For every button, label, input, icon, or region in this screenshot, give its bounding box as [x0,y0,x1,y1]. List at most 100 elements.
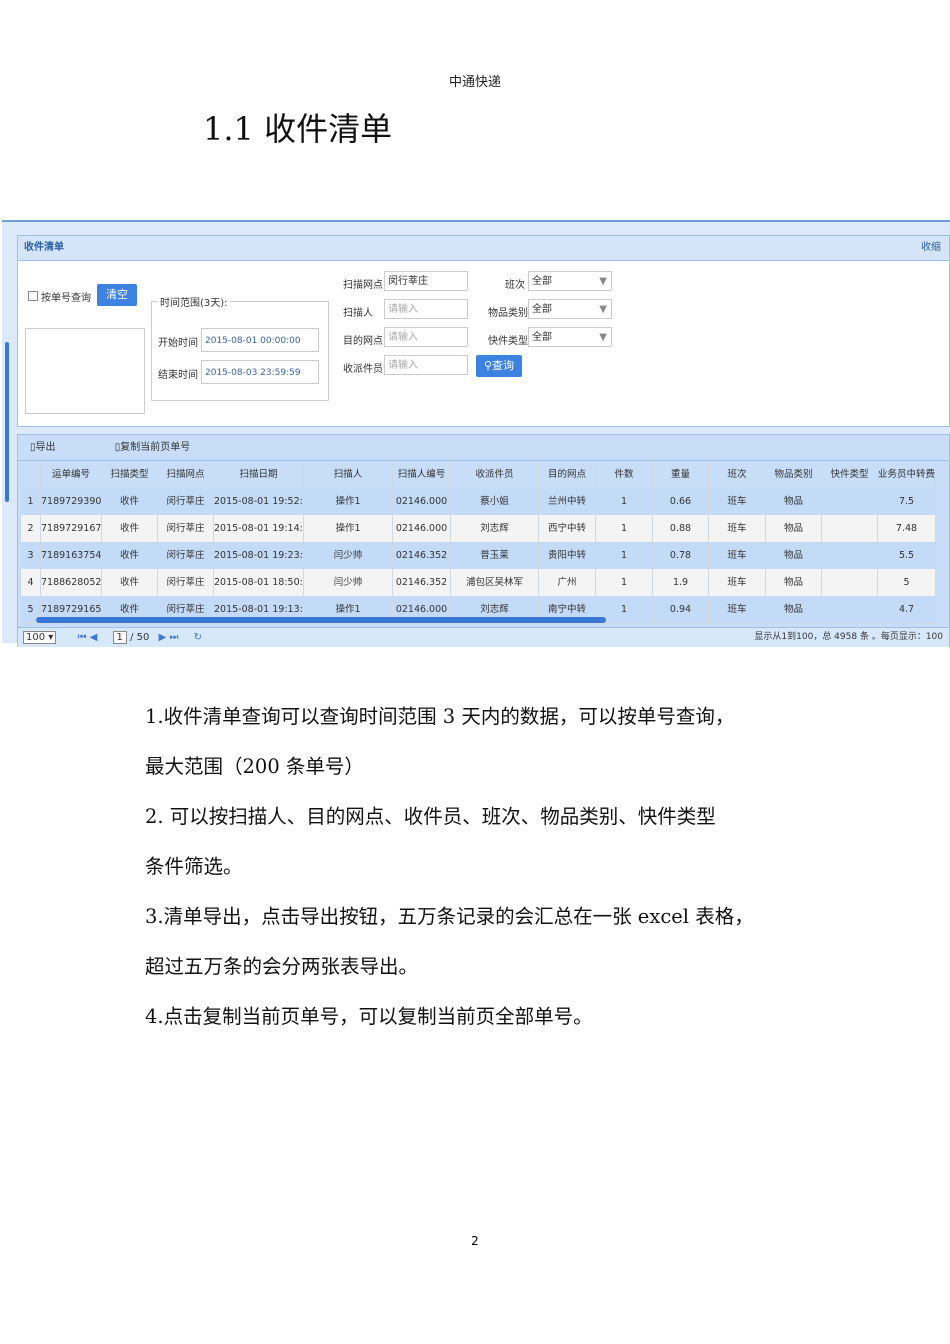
table-row[interactable]: 1718972939060收件闵行莘庄2015-08-01 19:52:02操作… [21,488,936,516]
table-cell: 1 [596,488,653,515]
table-cell: 02146.352 [393,569,451,596]
column-header: 重量 [653,461,709,488]
start-time-input[interactable]: 2015-08-01 00:00:00 [201,328,319,352]
column-header: 业务员中转费 [878,461,936,488]
table-cell: 收件 [102,542,158,569]
column-header: 收派件员 [451,461,539,488]
table-row[interactable]: 3718916375429收件闵行莘庄2015-08-01 19:23:23闫少… [21,542,936,570]
select-label: 班次 [505,280,525,291]
column-header: 扫描网点 [158,461,214,488]
column-header: 扫描日期 [214,461,304,488]
grid-toolbar: ▯导出 ▯复制当前页单号 [18,435,949,461]
table-cell: 718862805272 [41,569,102,596]
header-row[interactable]: 运单编号 扫描类型 扫描网点 扫描日期 扫描人 扫描人编号 收派件员 目的网点 件数 重量 班次 物品… [21,461,936,489]
query-panel: 收件清单 收缩 按单号查询 清空 时间范围(3天): 开始时间 2015-08-0… [17,235,950,427]
table-cell: 贵阳中转 [539,542,596,569]
column-header: 物品类别 [766,461,822,488]
column-header: 扫描人编号 [393,461,451,488]
table-row[interactable]: 2718972916728收件闵行莘庄2015-08-01 19:14:20操作… [21,515,936,543]
table-cell: 02146.000 [393,488,451,515]
next-last-icon[interactable]: ▶ ⏭ [159,632,179,643]
table-cell: 4 [21,569,41,596]
paragraph: 3.清单导出，点击导出按钮，五万条记录的会汇总在一张 excel 表格， [145,905,754,928]
number-textarea[interactable] [25,328,145,414]
table-cell: 班车 [709,569,766,596]
table-cell: 2015-08-01 19:52:02 [214,488,304,515]
table-cell: 物品 [766,515,822,542]
table-cell: 1 [21,488,41,515]
table-cell: 广州 [539,569,596,596]
table-cell: 1 [596,542,653,569]
table-cell: 物品 [766,596,822,623]
table-cell: 4.7 [878,596,936,623]
table-cell: 操作1 [304,488,393,515]
export-button[interactable]: ▯导出 [30,442,84,453]
express-type-select[interactable]: 全部 ▼ [528,327,612,347]
table-cell: 02146.352 [393,542,451,569]
scanner-input[interactable]: 请输入 [384,299,468,319]
table-cell: 0.88 [653,515,709,542]
start-label: 开始时间 [158,338,198,349]
table-cell [822,488,878,515]
table-cell [822,596,878,623]
table-cell: 闵行莘庄 [158,542,214,569]
table-cell [822,542,878,569]
field-label: 收派件员 [343,364,383,375]
table-cell: 浦包区吴林军 [451,569,539,596]
table-cell: 收件 [102,569,158,596]
query-button[interactable]: ⚲查询 [476,355,522,377]
panel-title: 收件清单 [24,242,64,253]
chevron-down-icon: ▼ [599,332,607,343]
table-cell: 刘志辉 [451,515,539,542]
table-cell: 3 [21,542,41,569]
search-icon: ⚲ [483,359,493,372]
table-cell: 1 [596,569,653,596]
end-time-input[interactable]: 2015-08-03 23:59:59 [201,360,319,384]
document-page: 中通快递 1.1 收件清单 收件清单 收缩 按单号查询 清空 时间范围(3天): … [0,0,950,1344]
clear-button[interactable]: 清空 [97,284,137,306]
table-cell: 2015-08-01 19:23:23 [214,542,304,569]
chevron-down-icon: ▼ [599,276,607,287]
table-row[interactable]: 4718862805272收件闵行莘庄2015-08-01 18:50:05闫少… [21,569,936,597]
section-title: 1.1 收件清单 [203,110,393,148]
courier-input[interactable]: 请输入 [384,355,468,375]
table-cell: 班车 [709,488,766,515]
result-grid: ▯导出 ▯复制当前页单号 运单编号 扫描类型 扫描网点 扫描日期 扫描人 扫描人编号 收派件… [17,434,950,647]
horizontal-scrollbar[interactable] [36,617,606,623]
table-cell: 闫少帅 [304,542,393,569]
dest-site-input[interactable]: 请输入 [384,327,468,347]
column-header: 班次 [709,461,766,488]
table-cell: 西宁中转 [539,515,596,542]
table-cell: 718972939060 [41,488,102,515]
category-select[interactable]: 全部 ▼ [528,299,612,319]
page-total: / 50 [130,632,150,643]
column-header: 件数 [596,461,653,488]
first-prev-icon[interactable]: ⏮ ◀ [77,632,97,643]
table-cell: 兰州中转 [539,488,596,515]
table-cell: 0.66 [653,488,709,515]
table-cell: 物品 [766,569,822,596]
table-cell [822,515,878,542]
paragraph: 最大范围（200 条单号） [145,755,364,778]
table-cell: 物品 [766,542,822,569]
scan-site-input[interactable]: 闵行莘庄 [384,271,468,291]
paragraph: 条件筛选。 [145,855,243,878]
table-cell: 718972916728 [41,515,102,542]
page-input[interactable]: 1 [112,631,127,644]
table-cell: 操作1 [304,515,393,542]
refresh-icon[interactable]: ↻ [194,632,202,643]
table-cell: 7.48 [878,515,936,542]
collapse-link[interactable]: 收缩 [921,236,941,260]
table-cell: 2015-08-01 19:14:20 [214,515,304,542]
paragraph: 2. 可以按扫描人、目的网点、收件员、班次、物品类别、快件类型 [145,805,716,828]
copy-numbers-button[interactable]: ▯复制当前页单号 [115,442,219,453]
table-cell: 闵行莘庄 [158,515,214,542]
side-scrollbar[interactable] [5,342,9,502]
table-cell: 5.5 [878,542,936,569]
by-number-checkbox[interactable]: 按单号查询 [28,289,91,304]
shift-select[interactable]: 全部 ▼ [528,271,612,291]
end-label: 结束时间 [158,370,198,381]
page-size-select[interactable]: 100 ▾ [23,631,57,644]
table-cell: 0.78 [653,542,709,569]
table-cell: 班车 [709,596,766,623]
